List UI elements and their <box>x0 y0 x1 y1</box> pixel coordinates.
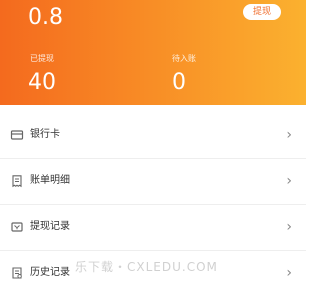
withdrawn-value: 40 <box>28 70 56 95</box>
chevron-right-icon: › <box>286 265 292 281</box>
balance-amount: 0.8 <box>28 5 63 30</box>
menu-item-bill-details[interactable]: 账单明细 › <box>0 159 306 205</box>
balance-header: 0.8 提现 已提现 40 待入账 0 <box>0 0 306 105</box>
menu-label-bill-details: 账单明细 <box>30 175 70 186</box>
pending-label: 待入账 <box>172 54 196 63</box>
chevron-right-icon: › <box>286 219 292 235</box>
withdraw-button[interactable]: 提现 <box>243 4 281 20</box>
withdraw-record-icon <box>10 219 24 233</box>
menu-item-bank-card[interactable]: 银行卡 › <box>0 113 306 159</box>
chevron-right-icon: › <box>286 127 292 143</box>
history-icon <box>10 265 24 279</box>
bill-icon <box>10 173 24 188</box>
menu-label-history: 历史记录 <box>30 267 70 278</box>
pending-value: 0 <box>172 70 186 95</box>
watermark-text: 乐下载・CXLEDU.COM <box>75 260 218 274</box>
menu-item-withdraw-record[interactable]: 提现记录 › <box>0 205 306 251</box>
menu-label-withdraw-record: 提现记录 <box>30 221 70 232</box>
bank-card-icon <box>10 127 24 141</box>
wallet-screen: 0.8 提现 已提现 40 待入账 0 银行卡 › 账单明细 › 提现记录 › … <box>0 0 306 289</box>
withdrawn-label: 已提现 <box>30 54 54 63</box>
menu-label-bank-card: 银行卡 <box>30 129 60 140</box>
chevron-right-icon: › <box>286 173 292 189</box>
